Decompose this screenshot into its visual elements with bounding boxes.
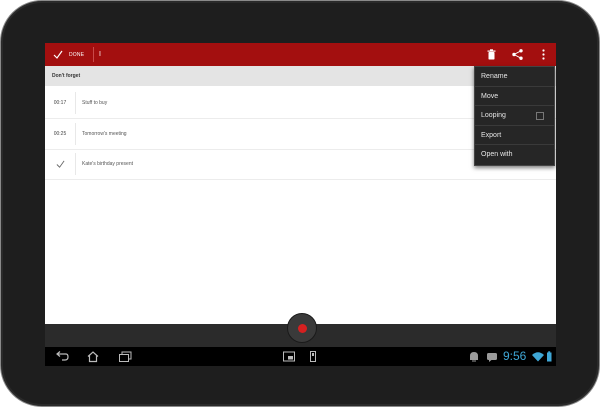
android-debug-icon <box>470 352 478 362</box>
recording-title[interactable]: I <box>99 43 101 66</box>
action-bar: DONE I <box>45 43 556 66</box>
recent-apps-icon[interactable] <box>118 350 132 363</box>
back-icon[interactable] <box>55 350 69 363</box>
menu-item-label: Looping <box>481 112 506 120</box>
notification-icon <box>487 353 497 362</box>
screenshot-icon[interactable] <box>282 350 296 363</box>
done-label: DONE <box>69 51 85 58</box>
item-status <box>45 149 75 179</box>
menu-item-looping[interactable]: Looping <box>475 106 554 126</box>
checkmark-icon <box>56 160 64 168</box>
item-title: Stuff to buy <box>82 100 108 106</box>
item-title: Tomorrow's meeting <box>82 131 127 137</box>
menu-item-open-with[interactable]: Open with <box>475 145 554 165</box>
item-duration: 00:17 <box>53 100 67 106</box>
menu-item-rename[interactable]: Rename <box>475 67 554 87</box>
menu-item-export[interactable]: Export <box>475 126 554 146</box>
app-screen: DONE I Don't forget 00:17 Stuff to buy 0… <box>45 43 556 366</box>
menu-item-move[interactable]: Move <box>475 87 554 107</box>
record-button[interactable] <box>287 313 317 343</box>
checkmark-icon <box>53 50 63 59</box>
status-clock: 9:56 <box>503 349 527 363</box>
row-divider <box>75 92 76 114</box>
item-title: Kate's birthday present <box>82 161 133 167</box>
looping-checkbox[interactable] <box>536 112 544 121</box>
done-button[interactable]: DONE <box>53 43 84 66</box>
system-navigation-bar: 9:56 <box>45 347 556 366</box>
trash-icon[interactable] <box>485 48 498 61</box>
overflow-menu-icon[interactable] <box>537 48 550 61</box>
action-bar-divider <box>93 47 94 62</box>
row-divider <box>75 123 76 145</box>
item-duration: 00:25 <box>53 131 67 137</box>
overflow-popup-menu: Rename Move Looping Export Open with <box>474 66 555 166</box>
battery-icon <box>547 351 552 362</box>
usb-icon <box>310 351 316 362</box>
row-divider <box>75 153 76 175</box>
share-icon[interactable] <box>511 48 524 61</box>
record-icon <box>297 323 307 333</box>
section-header-label: Don't forget <box>52 73 81 79</box>
home-icon[interactable] <box>86 350 100 363</box>
